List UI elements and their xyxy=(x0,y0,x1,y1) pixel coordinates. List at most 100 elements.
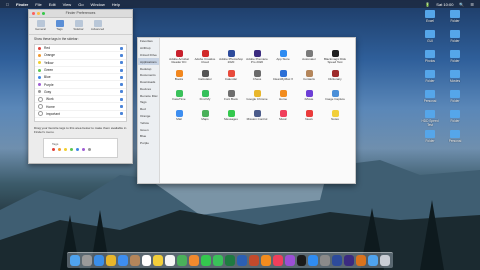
desktop-folder-icon[interactable]: Folder xyxy=(444,10,466,23)
app-item[interactable]: Home xyxy=(270,90,296,105)
app-item[interactable]: Calculator xyxy=(192,70,218,85)
excel-icon[interactable] xyxy=(224,255,235,266)
menu-window[interactable]: Window xyxy=(91,2,105,7)
battery-icon[interactable]: 🔋 xyxy=(425,2,430,7)
tag-row[interactable]: Orange xyxy=(35,52,126,60)
menu-go[interactable]: Go xyxy=(78,2,83,7)
tag-checkbox[interactable] xyxy=(120,90,123,94)
app-item[interactable]: Maps xyxy=(192,110,218,125)
sidebar-item[interactable]: iCloud Drive xyxy=(138,52,159,59)
menu-view[interactable]: View xyxy=(63,2,72,7)
launchpad-icon[interactable] xyxy=(81,255,92,266)
menu-finder[interactable]: Finder xyxy=(16,2,28,7)
desktop-folder-icon[interactable]: Folder xyxy=(444,110,466,123)
mail-icon[interactable] xyxy=(117,255,128,266)
tag-checkbox[interactable] xyxy=(120,61,123,65)
favorite-tag-dot[interactable] xyxy=(88,148,91,151)
desktop-folder-icon[interactable]: Folder xyxy=(444,90,466,103)
favorite-tag-dot[interactable] xyxy=(52,148,55,151)
app-item[interactable]: Font Book xyxy=(218,90,244,105)
chrome-icon[interactable] xyxy=(105,255,116,266)
tag-row[interactable]: Purple xyxy=(35,81,126,89)
favorite-tag-dot[interactable] xyxy=(76,148,79,151)
powerpoint-icon[interactable] xyxy=(248,255,259,266)
calendar-icon[interactable] xyxy=(141,255,152,266)
photos-icon[interactable] xyxy=(189,255,200,266)
tag-checkbox[interactable] xyxy=(120,75,123,79)
sidebar-item[interactable]: Applications xyxy=(138,58,159,66)
tag-checkbox[interactable] xyxy=(120,68,123,72)
tag-row[interactable]: Work xyxy=(35,96,126,104)
messages-icon[interactable] xyxy=(201,255,212,266)
sidebar-item[interactable]: Remote Disc xyxy=(138,92,159,99)
tag-row[interactable]: Home xyxy=(35,103,126,111)
app-item[interactable]: App Store xyxy=(270,50,296,65)
app-item[interactable]: Notes xyxy=(322,110,348,125)
app-item[interactable]: Blackmagic Disk Speed Test xyxy=(322,50,348,65)
tag-checkbox[interactable] xyxy=(120,112,123,116)
word-icon[interactable] xyxy=(236,255,247,266)
tab-tags[interactable]: Tags xyxy=(52,20,67,32)
podcasts-icon[interactable] xyxy=(284,255,295,266)
tab-advanced[interactable]: Advanced xyxy=(90,20,105,32)
notification-center-icon[interactable]: ☰ xyxy=(470,2,474,7)
desktop-folder-icon[interactable]: Personal xyxy=(419,90,441,103)
desktop-folder-icon[interactable]: GUI xyxy=(419,30,441,43)
music-icon[interactable] xyxy=(272,255,283,266)
sidebar-item[interactable]: Blue xyxy=(138,133,159,140)
tag-row[interactable]: Red xyxy=(35,45,126,53)
system-preferences-icon[interactable] xyxy=(320,255,331,266)
apple-icon[interactable]:  xyxy=(6,2,9,7)
app-item[interactable]: News xyxy=(296,110,322,125)
sidebar-item[interactable]: AirDrop xyxy=(138,45,159,52)
app-item[interactable]: Dictionary xyxy=(322,70,348,85)
sidebar-item[interactable]: Tags xyxy=(138,99,159,106)
safari-icon[interactable] xyxy=(93,255,104,266)
app-item[interactable]: Music xyxy=(270,110,296,125)
sidebar-item[interactable]: Orange xyxy=(138,113,159,120)
sidebar-item[interactable]: Documents xyxy=(138,72,159,79)
premiere-icon[interactable] xyxy=(344,255,355,266)
spotlight-icon[interactable]: 🔍 xyxy=(459,2,464,7)
favorite-tags-area[interactable]: Tags xyxy=(43,138,118,158)
menu-file[interactable]: File xyxy=(35,2,41,7)
trash-icon[interactable] xyxy=(379,255,390,266)
desktop-folder-icon[interactable]: Excel xyxy=(419,10,441,23)
photoshop-icon[interactable] xyxy=(332,255,343,266)
app-item[interactable]: Adobe Creative Cloud xyxy=(192,50,218,65)
app-item[interactable]: FaceTime xyxy=(166,90,192,105)
app-item[interactable]: Messages xyxy=(218,110,244,125)
favorite-tag-dot[interactable] xyxy=(82,148,85,151)
downloads-icon[interactable] xyxy=(368,255,378,266)
maps-icon[interactable] xyxy=(177,255,188,266)
tag-row[interactable]: Blue xyxy=(35,74,126,82)
app-item[interactable]: CleanMyMac X xyxy=(270,70,296,85)
tv-icon[interactable] xyxy=(296,255,307,266)
tab-general[interactable]: General xyxy=(33,20,48,32)
facetime-icon[interactable] xyxy=(213,255,223,266)
sidebar-item[interactable]: Green xyxy=(138,126,159,133)
illustrator-icon[interactable] xyxy=(356,255,367,266)
desktop-folder-icon[interactable]: Folder xyxy=(419,70,441,83)
app-item[interactable]: Image Capture xyxy=(322,90,348,105)
app-item[interactable]: Find My xyxy=(192,90,218,105)
finder-icon[interactable] xyxy=(70,255,80,266)
sidebar-item[interactable]: Purple xyxy=(138,140,159,147)
desktop-folder-icon[interactable]: Personal xyxy=(444,130,466,143)
desktop-folder-icon[interactable]: Folder xyxy=(444,50,466,63)
sidebar-item[interactable]: Downloads xyxy=(138,79,159,86)
tag-row[interactable]: Gray xyxy=(35,89,126,97)
reminders-icon[interactable] xyxy=(165,255,176,266)
app-item[interactable]: Calendar xyxy=(218,70,244,85)
desktop-folder-icon[interactable]: Movies xyxy=(444,70,466,83)
sidebar-item[interactable]: Red xyxy=(138,106,159,113)
favorite-tag-dot[interactable] xyxy=(64,148,67,151)
favorite-tag-dot[interactable] xyxy=(70,148,73,151)
sidebar-item[interactable]: Favorites xyxy=(138,38,159,45)
tag-row[interactable]: Important xyxy=(35,111,126,118)
tag-row[interactable]: Yellow xyxy=(35,60,126,67)
tab-sidebar[interactable]: Sidebar xyxy=(71,20,86,32)
tag-checkbox[interactable] xyxy=(120,83,123,87)
app-item[interactable]: Google Chrome xyxy=(244,90,270,105)
desktop-folder-icon[interactable]: Photos xyxy=(419,50,441,63)
